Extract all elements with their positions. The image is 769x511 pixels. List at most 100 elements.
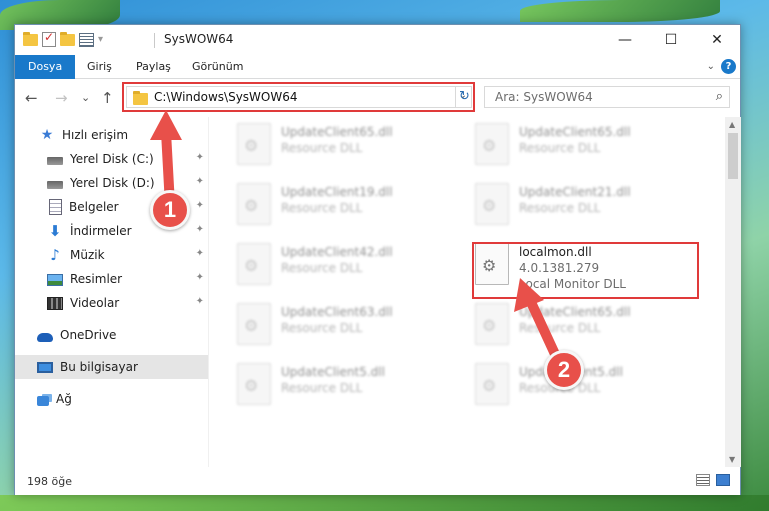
scroll-thumb[interactable] — [728, 133, 738, 179]
step-2-callout: 2 — [544, 350, 584, 390]
file-item[interactable]: UpdateClient42.dll Resource DLL — [227, 239, 457, 295]
scroll-up-icon[interactable]: ▲ — [729, 120, 735, 129]
file-name: UpdateClient65.dll — [281, 125, 393, 139]
dll-file-icon — [237, 363, 271, 405]
new-folder-icon[interactable] — [60, 31, 75, 46]
onedrive-icon — [37, 332, 53, 342]
wallpaper-leaf — [0, 495, 769, 511]
file-description: Resource DLL — [281, 321, 363, 335]
item-count: 198 öğe — [27, 475, 72, 488]
tab-share[interactable]: Paylaş — [136, 55, 171, 79]
navigation-pane: ★ Hızlı erişim Yerel Disk (C:) ✦ Yerel D… — [15, 117, 208, 467]
sidebar-item-label: Yerel Disk (D:) — [70, 176, 155, 190]
file-name: UpdateClient65.dll — [519, 305, 631, 319]
pin-icon[interactable]: ✦ — [196, 176, 204, 187]
this-pc-icon — [37, 362, 53, 373]
scroll-down-icon[interactable]: ▼ — [729, 455, 735, 464]
window-controls: — ☐ ✕ — [602, 25, 740, 55]
pin-icon[interactable]: ✦ — [196, 200, 204, 211]
file-item[interactable]: UpdateClient65.dll Resource DLL — [465, 299, 695, 355]
minimize-button[interactable]: — — [602, 25, 648, 55]
sidebar-item-label: Bu bilgisayar — [60, 360, 138, 374]
forward-button[interactable]: → — [55, 89, 68, 107]
view-properties-icon[interactable] — [79, 32, 94, 47]
pin-icon[interactable]: ✦ — [196, 152, 204, 163]
dll-file-icon — [237, 243, 271, 285]
file-description: Resource DLL — [519, 141, 601, 155]
file-item[interactable]: UpdateClient65.dll Resource DLL — [227, 119, 457, 175]
vertical-scrollbar[interactable]: ▲ ▼ — [725, 117, 741, 467]
file-name: UpdateClient5.dll — [281, 365, 385, 379]
window-title: SysWOW64 — [164, 32, 234, 46]
sidebar-item-onedrive[interactable]: OneDrive — [15, 323, 208, 347]
title-separator — [154, 33, 155, 48]
back-button[interactable]: ← — [25, 89, 38, 107]
customize-toolbar-icon[interactable]: ▾ — [98, 34, 103, 45]
view-switcher — [696, 474, 730, 486]
up-button[interactable]: ↑ — [101, 89, 114, 107]
file-name: UpdateClient21.dll — [519, 185, 631, 199]
sidebar-item-network[interactable]: Ağ — [15, 387, 208, 411]
maximize-button[interactable]: ☐ — [648, 25, 694, 55]
tab-file[interactable]: Dosya — [15, 55, 76, 79]
file-item[interactable]: UpdateClient21.dll Resource DLL — [465, 179, 695, 235]
sidebar-item-music[interactable]: ♪ Müzik ✦ — [15, 243, 208, 267]
drive-icon — [47, 181, 63, 189]
tab-home[interactable]: Giriş — [87, 55, 112, 79]
sidebar-item-videos[interactable]: Videolar ✦ — [15, 291, 208, 315]
sidebar-item-label: Resimler — [70, 272, 123, 286]
drive-icon — [47, 157, 63, 165]
file-item[interactable]: UpdateClient65.dll Resource DLL — [465, 119, 695, 175]
network-icon — [37, 395, 49, 406]
help-icon[interactable]: ? — [721, 59, 736, 74]
sidebar-item-label: OneDrive — [60, 328, 117, 342]
search-icon[interactable]: ⌕ — [716, 89, 723, 104]
sidebar-item-label: Videolar — [70, 296, 120, 310]
pin-icon[interactable]: ✦ — [196, 296, 204, 307]
dll-file-icon — [475, 303, 509, 345]
dll-file-icon — [237, 123, 271, 165]
file-description: Resource DLL — [281, 261, 363, 275]
sidebar-item-label: Belgeler — [69, 200, 119, 214]
file-name: UpdateClient63.dll — [281, 305, 393, 319]
details-view-icon[interactable] — [696, 474, 710, 486]
folder-icon[interactable] — [23, 31, 38, 46]
wallpaper-leaf — [520, 0, 720, 22]
pin-icon[interactable]: ✦ — [196, 248, 204, 259]
sidebar-item-label: Müzik — [70, 248, 105, 262]
star-icon: ★ — [40, 127, 54, 143]
large-icons-view-icon[interactable] — [716, 474, 730, 486]
sidebar-item-label: Hızlı erişim — [62, 128, 129, 142]
pictures-icon — [47, 274, 63, 286]
sidebar-item-local-disk-c[interactable]: Yerel Disk (C:) ✦ — [15, 147, 208, 171]
close-button[interactable]: ✕ — [694, 25, 740, 55]
file-description: Resource DLL — [519, 201, 601, 215]
file-item[interactable]: UpdateClient63.dll Resource DLL — [227, 299, 457, 355]
search-box[interactable]: Ara: SysWOW64 ⌕ — [484, 86, 730, 108]
tab-view[interactable]: Görünüm — [192, 55, 243, 79]
pin-icon[interactable]: ✦ — [196, 272, 204, 283]
sidebar-item-label: Yerel Disk (C:) — [70, 152, 154, 166]
properties-check-icon[interactable] — [42, 30, 56, 47]
sidebar-item-pictures[interactable]: Resimler ✦ — [15, 267, 208, 291]
quick-access-toolbar: ▾ — [23, 30, 103, 47]
sidebar-item-quick-access[interactable]: ★ Hızlı erişim — [15, 123, 208, 147]
videos-icon — [47, 296, 63, 310]
dll-file-icon — [237, 183, 271, 225]
recent-locations-button[interactable]: ⌄ — [81, 91, 90, 104]
title-bar: ▾ SysWOW64 — ☐ ✕ — [15, 25, 740, 55]
sidebar-item-label: Ağ — [56, 392, 72, 406]
music-icon: ♪ — [50, 246, 60, 264]
explorer-window: ▾ SysWOW64 — ☐ ✕ Dosya Giriş Paylaş Görü… — [14, 24, 741, 495]
file-name: UpdateClient19.dll — [281, 185, 393, 199]
file-item[interactable]: UpdateClient5.dll Resource DLL — [227, 359, 457, 415]
dll-file-icon — [475, 363, 509, 405]
dll-file-icon — [475, 123, 509, 165]
downloads-icon: ⬇ — [48, 222, 62, 240]
file-item[interactable]: UpdateClient19.dll Resource DLL — [227, 179, 457, 235]
file-description: Resource DLL — [519, 321, 601, 335]
expand-ribbon-icon[interactable]: ⌄ — [707, 61, 715, 72]
sidebar-item-this-pc[interactable]: Bu bilgisayar — [15, 355, 208, 379]
pin-icon[interactable]: ✦ — [196, 224, 204, 235]
file-name: UpdateClient65.dll — [519, 125, 631, 139]
